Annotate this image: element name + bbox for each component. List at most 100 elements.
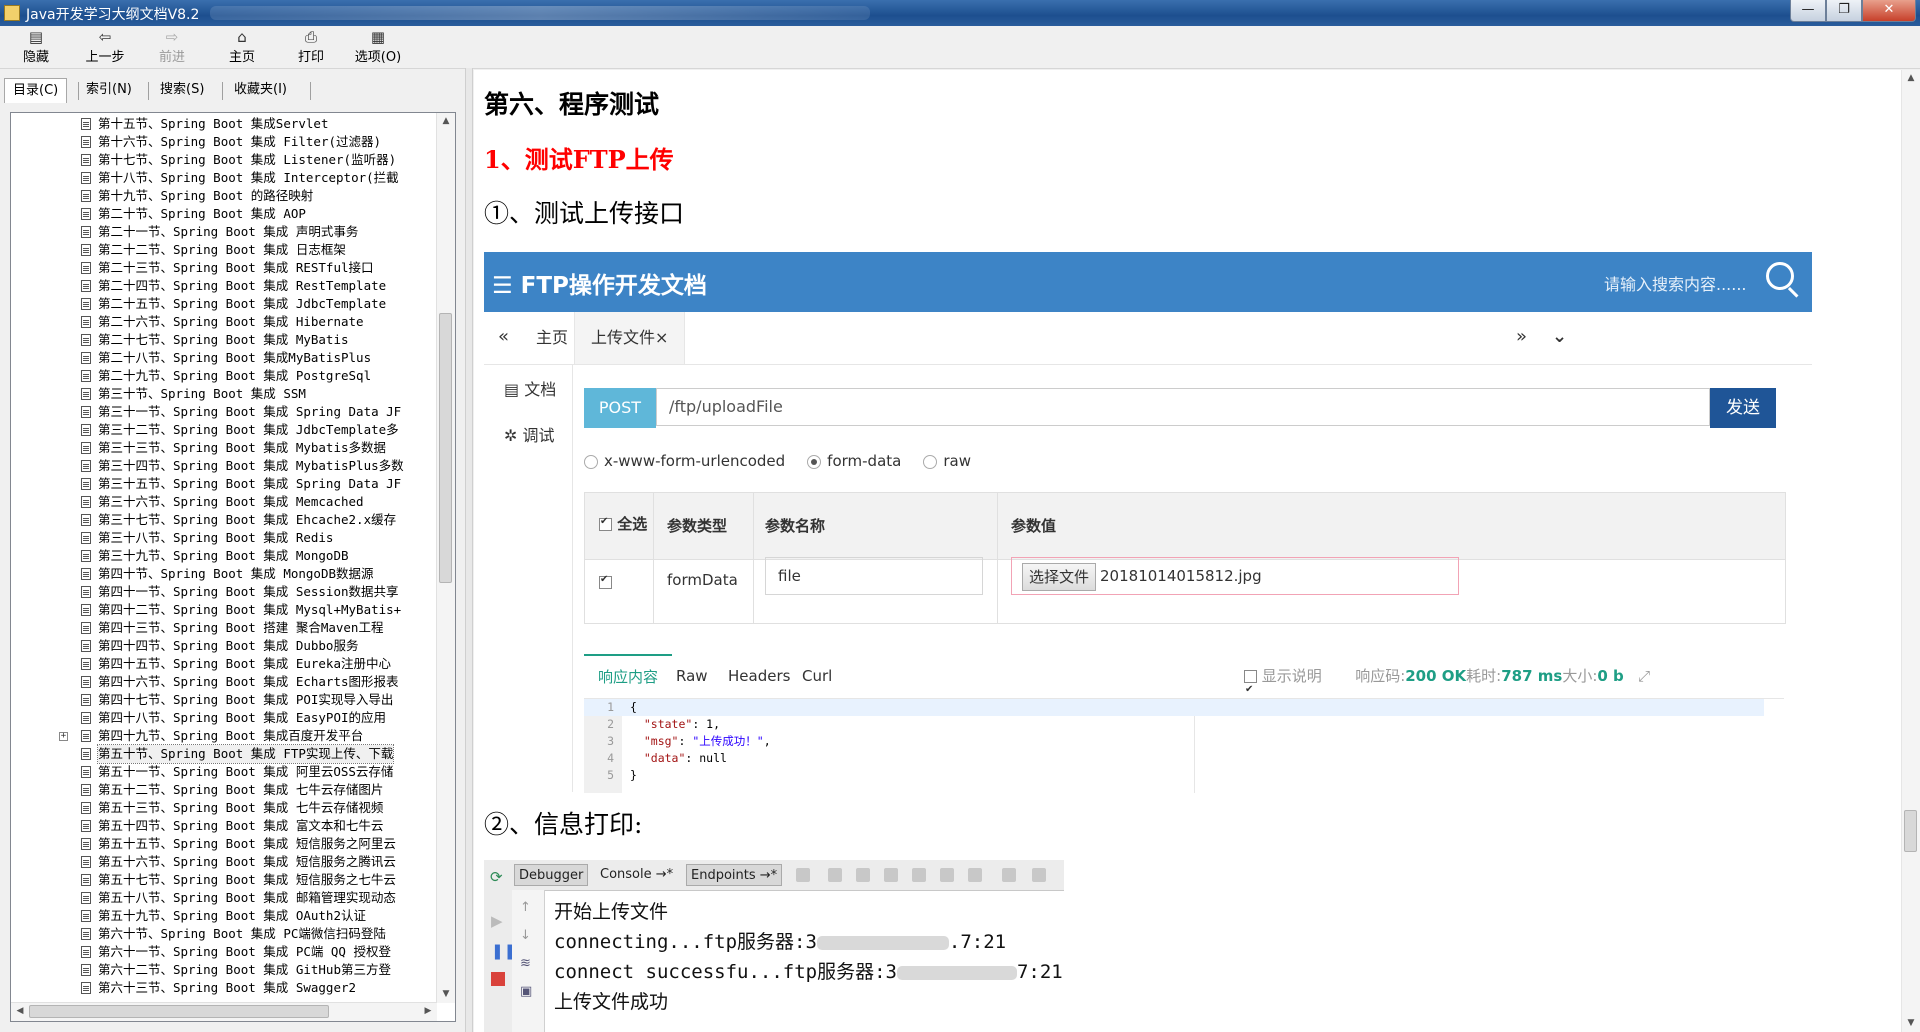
content-vertical-scrollbar[interactable]: ▲ ▼ <box>1901 70 1920 1032</box>
toc-item[interactable]: 第二十六节、Spring Boot 集成 Hibernate <box>11 313 435 331</box>
toc-item[interactable]: 第三十二节、Spring Boot 集成 JdbcTemplate多 <box>11 421 435 439</box>
toc-item[interactable]: 第五十三节、Spring Boot 集成 七牛云存储视频 <box>11 799 435 817</box>
toc-item[interactable]: 第三十五节、Spring Boot 集成 Spring Data JF <box>11 475 435 493</box>
tree-horizontal-scrollbar[interactable]: ◀ ▶ <box>11 1002 437 1021</box>
options-button[interactable]: ▦ 选项(O) <box>350 28 406 66</box>
tab-home[interactable]: 主页 <box>536 312 568 364</box>
rerun-icon[interactable]: ⟳ <box>490 868 503 886</box>
tab-contents[interactable]: 目录(C) <box>4 78 68 103</box>
scroll-up-icon[interactable]: ▲ <box>1902 70 1920 87</box>
scroll-right-icon[interactable]: ▶ <box>419 1003 437 1020</box>
toc-item[interactable]: 第二十八节、Spring Boot 集成MyBatisPlus <box>11 349 435 367</box>
toc-item[interactable]: 第四十二节、Spring Boot 集成 Mysql+MyBatis+ <box>11 601 435 619</box>
print-button[interactable]: ⎙ 打印 <box>293 28 329 66</box>
evaluate-icon[interactable] <box>968 868 982 882</box>
toc-item[interactable]: 第三十八节、Spring Boot 集成 Redis <box>11 529 435 547</box>
toc-item[interactable]: 第三十七节、Spring Boot 集成 Ehcache2.x缓存 <box>11 511 435 529</box>
tabs-next-icon[interactable]: » <box>1516 326 1527 347</box>
toc-item[interactable]: 第五十一节、Spring Boot 集成 阿里云OSS云存储 <box>11 763 435 781</box>
maximize-button[interactable]: ❐ <box>1826 0 1862 22</box>
select-all-checkbox[interactable] <box>599 516 612 531</box>
toc-item[interactable]: 第二十七节、Spring Boot 集成 MyBatis <box>11 331 435 349</box>
tab-search[interactable]: 搜索(S) <box>152 78 212 102</box>
toc-item[interactable]: 第十六节、Spring Boot 集成 Filter(过滤器) <box>11 133 435 151</box>
toc-item[interactable]: 第二十四节、Spring Boot 集成 RestTemplate <box>11 277 435 295</box>
tab-response-content[interactable]: 响应内容 <box>584 654 673 700</box>
soft-wrap-icon[interactable]: ≋ <box>520 956 531 971</box>
toc-item[interactable]: 第十七节、Spring Boot 集成 Listener(监听器) <box>11 151 435 169</box>
settings-icon[interactable] <box>1032 868 1046 882</box>
toc-item[interactable]: 第三十六节、Spring Boot 集成 Memcached <box>11 493 435 511</box>
body-type-radio[interactable]: x-www-form-urlencoded <box>584 452 785 470</box>
minimize-button[interactable]: — <box>1790 0 1826 22</box>
toc-item[interactable]: 第五十六节、Spring Boot 集成 短信服务之腾讯云 <box>11 853 435 871</box>
toc-item[interactable]: 第三十节、Spring Boot 集成 SSM <box>11 385 435 403</box>
tab-debugger[interactable]: Debugger <box>514 864 589 886</box>
toc-item[interactable]: 第四十七节、Spring Boot 集成 POI实现导入导出 <box>11 691 435 709</box>
toc-item[interactable]: 第五十二节、Spring Boot 集成 七牛云存储图片 <box>11 781 435 799</box>
toc-item[interactable]: 第十九节、Spring Boot 的路径映射 <box>11 187 435 205</box>
toc-item[interactable]: 第五十九节、Spring Boot 集成 OAuth2认证 <box>11 907 435 925</box>
response-code-editor[interactable]: 1 { 2 "state": 1, 3 "msg": "上传成功！", 4 "d… <box>584 698 1784 793</box>
toc-item[interactable]: 第十五节、Spring Boot 集成Servlet <box>11 115 435 133</box>
toc-item[interactable]: 第六十节、Spring Boot 集成 PC端微信扫码登陆 <box>11 925 435 943</box>
tree-hscroll-thumb[interactable] <box>29 1005 329 1018</box>
toc-item[interactable]: 第四十五节、Spring Boot 集成 Eureka注册中心 <box>11 655 435 673</box>
scroll-down-icon[interactable]: ▼ <box>437 986 455 1003</box>
row-checkbox[interactable] <box>599 574 612 589</box>
toc-item[interactable]: 第二十一节、Spring Boot 集成 声明式事务 <box>11 223 435 241</box>
expand-icon[interactable]: + <box>59 732 68 741</box>
close-button[interactable]: ✕ <box>1862 0 1916 22</box>
http-method-badge[interactable]: POST <box>584 388 656 428</box>
request-url-input[interactable]: /ftp/uploadFile <box>656 388 1710 426</box>
toc-item[interactable]: 第三十三节、Spring Boot 集成 Mybatis多数据 <box>11 439 435 457</box>
ftp-search-input[interactable]: 请输入搜索内容...... <box>1604 271 1747 295</box>
tab-endpoints[interactable]: Endpoints →* <box>686 864 783 886</box>
tab-index[interactable]: 索引(N) <box>78 78 140 102</box>
choose-file-button[interactable]: 选择文件 <box>1022 563 1097 591</box>
select-all-header[interactable]: 全选 <box>599 513 647 534</box>
toc-item[interactable]: 第三十一节、Spring Boot 集成 Spring Data JF <box>11 403 435 421</box>
toc-item[interactable]: 第十八节、Spring Boot 集成 Interceptor(拦截 <box>11 169 435 187</box>
search-icon[interactable] <box>1766 262 1794 290</box>
step-out-icon[interactable] <box>884 868 898 882</box>
tab-raw[interactable]: Raw <box>676 654 708 698</box>
body-type-radio[interactable]: raw <box>923 452 971 470</box>
content-scroll-thumb[interactable] <box>1904 810 1917 852</box>
drop-frame-icon[interactable] <box>912 868 926 882</box>
tab-upload-file[interactable]: 上传文件× <box>574 312 686 364</box>
tree-vertical-scrollbar[interactable]: ▲ ▼ <box>436 113 455 1003</box>
tabs-prev-icon[interactable]: « <box>498 326 509 347</box>
toc-item[interactable]: 第四十四节、Spring Boot 集成 Dubbo服务 <box>11 637 435 655</box>
stop-icon[interactable] <box>491 972 505 986</box>
toc-item[interactable]: 第四十一节、Spring Boot 集成 Session数据共享 <box>11 583 435 601</box>
toc-item[interactable]: 第二十节、Spring Boot 集成 AOP <box>11 205 435 223</box>
param-name-input[interactable]: file <box>765 557 983 595</box>
send-button[interactable]: 发送 <box>1710 388 1776 428</box>
force-step-into-icon[interactable] <box>856 868 870 882</box>
step-over-icon[interactable] <box>796 868 810 882</box>
show-desc-checkbox[interactable] <box>1244 668 1257 712</box>
side-item-debug[interactable]: ✲ 调试 <box>504 422 555 446</box>
pane-splitter[interactable] <box>465 68 473 1032</box>
toc-item[interactable]: + 第四十九节、Spring Boot 集成百度开发平台 <box>11 727 435 745</box>
scroll-to-end-icon[interactable]: ▣ <box>520 984 532 999</box>
back-button[interactable]: ⇦ 上一步 <box>80 28 130 66</box>
hide-button[interactable]: ▤ 隐藏 <box>18 28 54 66</box>
toc-item[interactable]: 第六十二节、Spring Boot 集成 GitHub第三方登 <box>11 961 435 979</box>
param-value-file-input[interactable]: 选择文件 20181014015812.jpg <box>1011 557 1459 595</box>
threads-icon[interactable] <box>1002 868 1016 882</box>
toc-item[interactable]: 第三十四节、Spring Boot 集成 MybatisPlus多数 <box>11 457 435 475</box>
up-arrow-icon[interactable]: ↑ <box>520 900 531 915</box>
toc-item[interactable]: 第四十八节、Spring Boot 集成 EasyPOI的应用 <box>11 709 435 727</box>
resume-icon[interactable]: ▶ <box>491 912 503 930</box>
step-into-icon[interactable] <box>828 868 842 882</box>
toc-item[interactable]: 第四十节、Spring Boot 集成 MongoDB数据源 <box>11 565 435 583</box>
home-button[interactable]: ⌂ 主页 <box>224 28 260 66</box>
toc-item[interactable]: 第二十五节、Spring Boot 集成 JdbcTemplate <box>11 295 435 313</box>
tab-headers[interactable]: Headers <box>728 654 790 698</box>
down-arrow-icon[interactable]: ↓ <box>520 928 531 943</box>
toc-item[interactable]: 第二十九节、Spring Boot 集成 PostgreSql <box>11 367 435 385</box>
toc-item[interactable]: 第三十九节、Spring Boot 集成 MongoDB <box>11 547 435 565</box>
toc-item[interactable]: 第四十六节、Spring Boot 集成 Echarts图形报表 <box>11 673 435 691</box>
